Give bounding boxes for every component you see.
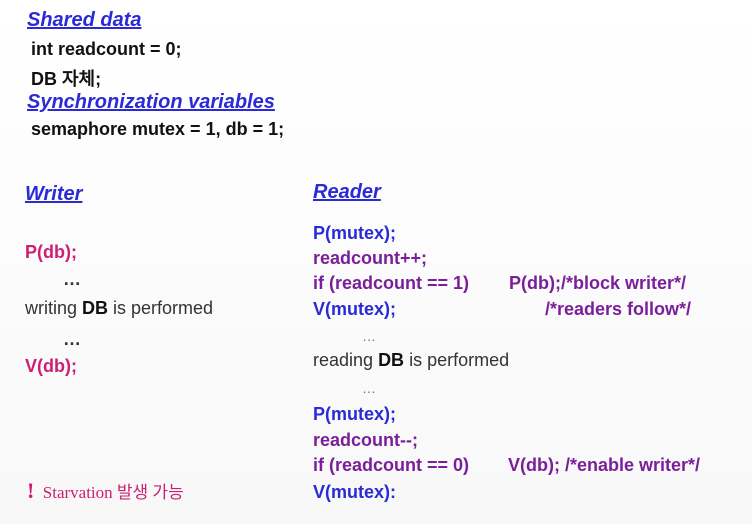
reader-reading-suffix: is performed bbox=[404, 350, 510, 370]
reader-if-1-action: P(db);/*block writer*/ bbox=[509, 273, 687, 293]
reader-if-2-action: V(db); /*enable writer*/ bbox=[508, 455, 701, 475]
reader-if-2-condition: if (readcount == 0) bbox=[313, 455, 470, 475]
shared-data-line-readcount: int readcount = 0; bbox=[31, 39, 182, 59]
writer-writing-prefix: writing bbox=[25, 298, 83, 318]
reader-ellipsis-1: … bbox=[362, 328, 378, 344]
reader-v-mutex-1: V(mutex); bbox=[313, 299, 397, 319]
starvation-note-text: Starvation 발생 가능 bbox=[42, 483, 184, 502]
reader-reading-line: reading DB is performed bbox=[313, 350, 509, 371]
writer-v-db: V(db); bbox=[25, 356, 77, 376]
reader-heading: Reader bbox=[313, 181, 381, 203]
writer-writing-line: writing DB is performed bbox=[25, 298, 213, 319]
reader-p-mutex-1: P(mutex); bbox=[313, 223, 397, 243]
reader-ellipsis-2: … bbox=[362, 380, 378, 396]
writer-p-db: P(db); bbox=[25, 242, 77, 262]
writer-writing-db: DB bbox=[82, 298, 109, 318]
writer-ellipsis-2: … bbox=[63, 329, 82, 349]
sync-variables-heading: Synchronization variables bbox=[27, 91, 275, 113]
shared-data-line-db: DB 자체; bbox=[31, 69, 102, 89]
exclamation-icon: ! bbox=[27, 478, 35, 503]
writer-writing-suffix: is performed bbox=[108, 298, 214, 318]
writer-heading: Writer bbox=[25, 183, 83, 205]
reader-v-mutex-2: V(mutex): bbox=[313, 482, 397, 502]
reader-reading-db: DB bbox=[378, 350, 405, 370]
reader-readcount-dec: readcount--; bbox=[313, 430, 418, 450]
reader-readcount-inc: readcount++; bbox=[313, 248, 428, 268]
reader-if-1-condition: if (readcount == 1) bbox=[313, 273, 470, 293]
reader-p-mutex-2: P(mutex); bbox=[313, 404, 397, 424]
sync-variables-line: semaphore mutex = 1, db = 1; bbox=[31, 119, 285, 139]
writer-ellipsis-1: … bbox=[63, 269, 82, 289]
reader-reading-prefix: reading bbox=[313, 350, 379, 370]
slide: Shared data int readcount = 0; DB 자체; Sy… bbox=[0, 0, 752, 524]
starvation-note: ! Starvation 발생 가능 bbox=[27, 478, 184, 504]
reader-comment-readers-follow: /*readers follow*/ bbox=[545, 299, 692, 319]
shared-data-heading: Shared data bbox=[27, 9, 142, 31]
